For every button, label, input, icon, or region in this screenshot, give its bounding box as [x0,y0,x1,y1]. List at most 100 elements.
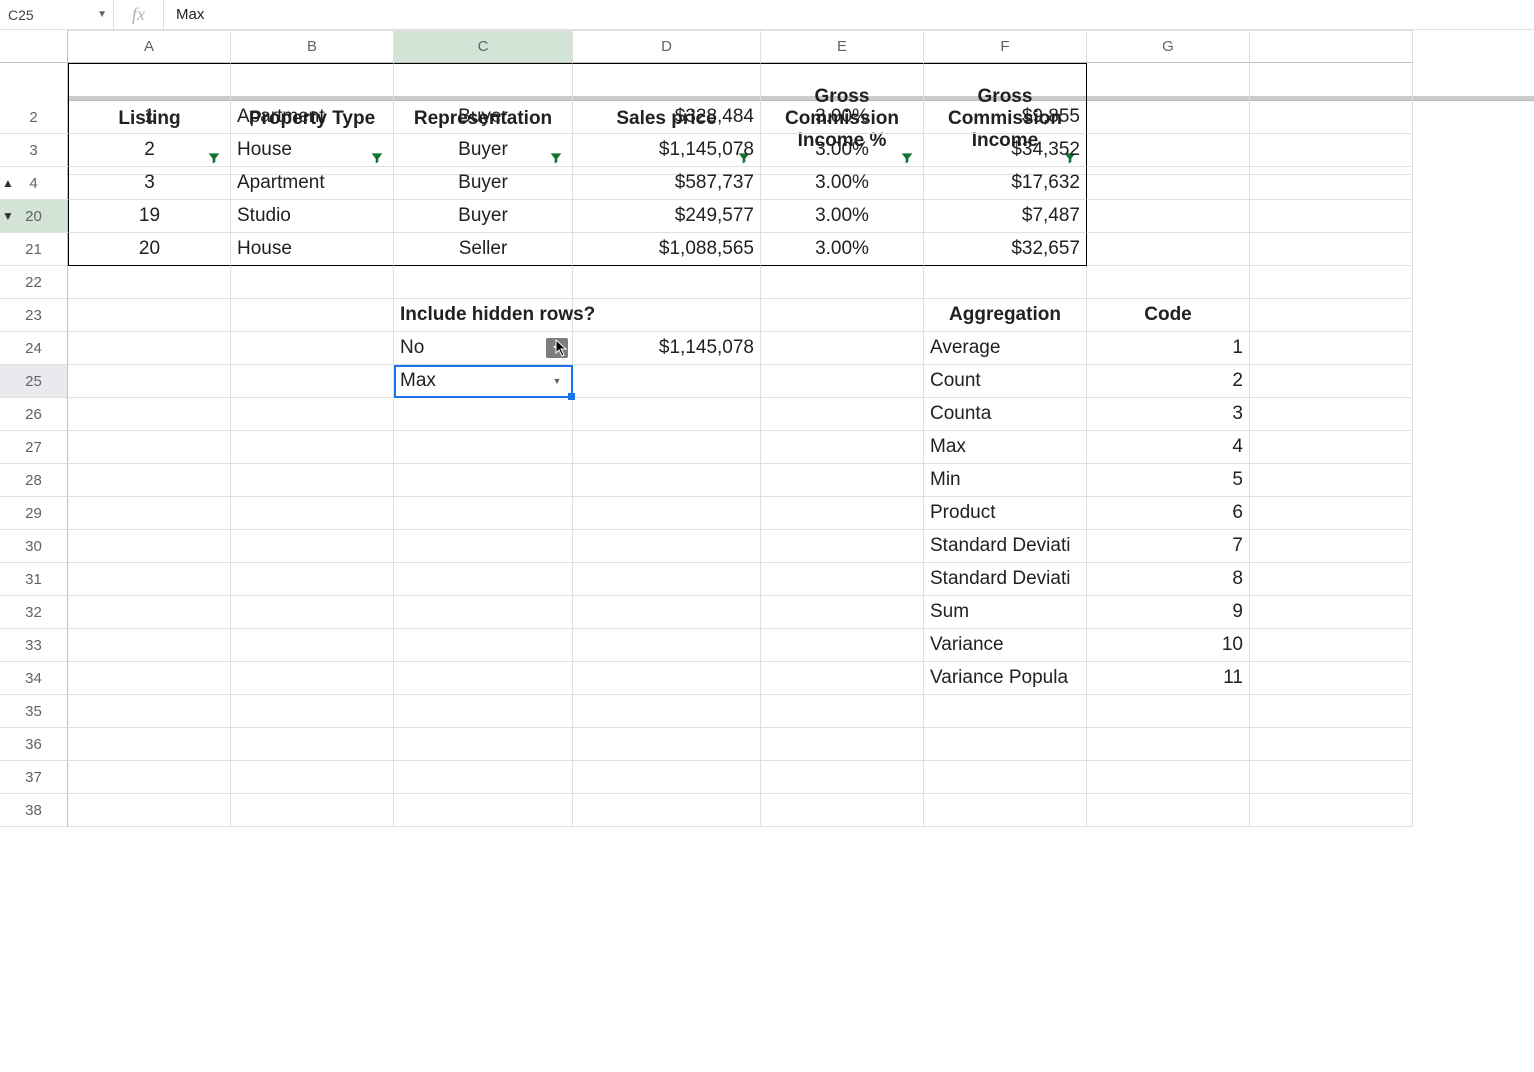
cell-F37[interactable] [924,761,1087,794]
cell-F32[interactable]: Sum [924,596,1087,629]
cell-F30[interactable]: Standard Deviati [924,530,1087,563]
cell-G29[interactable]: 6 [1087,497,1250,530]
cell-F33[interactable]: Variance [924,629,1087,662]
cell-D3[interactable]: $1,145,078 [573,134,761,167]
cell-A20[interactable]: 19 [68,200,231,233]
row-header-33[interactable]: 33 [0,629,68,662]
cell-D37[interactable] [573,761,761,794]
cell-E32[interactable] [761,596,924,629]
cell-F36[interactable] [924,728,1087,761]
cell-C27[interactable] [394,431,573,464]
cell-blank-38[interactable] [1250,794,1413,827]
cell-blank-31[interactable] [1250,563,1413,596]
cell-D21[interactable]: $1,088,565 [573,233,761,266]
cell-E33[interactable] [761,629,924,662]
cell-G25[interactable]: 2 [1087,365,1250,398]
col-header-D[interactable]: D [573,30,761,63]
cell-B22[interactable] [231,266,394,299]
cell-A30[interactable] [68,530,231,563]
group-collapse-icon[interactable]: ▲ [2,176,14,190]
cell-B3[interactable]: House [231,134,394,167]
row-header-23[interactable]: 23 [0,299,68,332]
select-all-corner[interactable] [0,30,68,63]
cell-D26[interactable] [573,398,761,431]
cell-C20[interactable]: Buyer [394,200,573,233]
row-header-21[interactable]: 21 [0,233,68,266]
cell-C37[interactable] [394,761,573,794]
row-header-3[interactable]: 3 [0,134,68,167]
cell-F25[interactable]: Count [924,365,1087,398]
cell-C32[interactable] [394,596,573,629]
cell-blank-29[interactable] [1250,497,1413,530]
cell-G21[interactable] [1087,233,1250,266]
cell-A35[interactable] [68,695,231,728]
cell-C21[interactable]: Seller [394,233,573,266]
cell-B30[interactable] [231,530,394,563]
cell-B34[interactable] [231,662,394,695]
cell-F24[interactable]: Average [924,332,1087,365]
cell-D24[interactable]: $1,145,078 [573,332,761,365]
cell-B25[interactable] [231,365,394,398]
cell-A3[interactable]: 2 [68,134,231,167]
cell-A24[interactable] [68,332,231,365]
cell-B23[interactable] [231,299,394,332]
cell-E36[interactable] [761,728,924,761]
cell-E2[interactable]: 3.00% [761,101,924,134]
cell-blank-23[interactable] [1250,299,1413,332]
cell-B36[interactable] [231,728,394,761]
dropdown-button[interactable] [546,338,568,358]
cell-A26[interactable] [68,398,231,431]
cell-B26[interactable] [231,398,394,431]
cell-C25[interactable]: Max ▼ [394,365,573,398]
cell-blank-34[interactable] [1250,662,1413,695]
cell-B4[interactable]: Apartment [231,167,394,200]
cell-blank-33[interactable] [1250,629,1413,662]
cell-D28[interactable] [573,464,761,497]
row-header-37[interactable]: 37 [0,761,68,794]
cell-F3[interactable]: $34,352 [924,134,1087,167]
cell-D27[interactable] [573,431,761,464]
cell-B28[interactable] [231,464,394,497]
cell-E25[interactable] [761,365,924,398]
cell-E22[interactable] [761,266,924,299]
cell-B33[interactable] [231,629,394,662]
cell-B21[interactable]: House [231,233,394,266]
cell-E37[interactable] [761,761,924,794]
row-header-32[interactable]: 32 [0,596,68,629]
row-header-4[interactable]: ▲4 [0,167,68,200]
cell-G32[interactable]: 9 [1087,596,1250,629]
cell-F29[interactable]: Product [924,497,1087,530]
cell-F38[interactable] [924,794,1087,827]
cell-G35[interactable] [1087,695,1250,728]
row-header-20[interactable]: ▼20 [0,200,68,233]
cell-E3[interactable]: 3.00% [761,134,924,167]
cell-G36[interactable] [1087,728,1250,761]
cell-C2[interactable]: Buyer [394,101,573,134]
cell-G31[interactable]: 8 [1087,563,1250,596]
cell-blank-27[interactable] [1250,431,1413,464]
dropdown-icon[interactable]: ▼ [546,371,568,391]
cell-blank-28[interactable] [1250,464,1413,497]
row-header-28[interactable]: 28 [0,464,68,497]
cell-F26[interactable]: Counta [924,398,1087,431]
cell-A28[interactable] [68,464,231,497]
row-header-26[interactable]: 26 [0,398,68,431]
cell-blank-22[interactable] [1250,266,1413,299]
cell-B20[interactable]: Studio [231,200,394,233]
cell-C35[interactable] [394,695,573,728]
col-header-A[interactable]: A [68,30,231,63]
row-header-22[interactable]: 22 [0,266,68,299]
cell-A31[interactable] [68,563,231,596]
cell-F31[interactable]: Standard Deviati [924,563,1087,596]
cell-C26[interactable] [394,398,573,431]
cell-F20[interactable]: $7,487 [924,200,1087,233]
cell-blank-2[interactable] [1250,101,1413,134]
cell-blank-32[interactable] [1250,596,1413,629]
cell-blank-24[interactable] [1250,332,1413,365]
cell-E21[interactable]: 3.00% [761,233,924,266]
cell-D33[interactable] [573,629,761,662]
cell-A32[interactable] [68,596,231,629]
cell-G37[interactable] [1087,761,1250,794]
cell-B32[interactable] [231,596,394,629]
cell-G27[interactable]: 4 [1087,431,1250,464]
